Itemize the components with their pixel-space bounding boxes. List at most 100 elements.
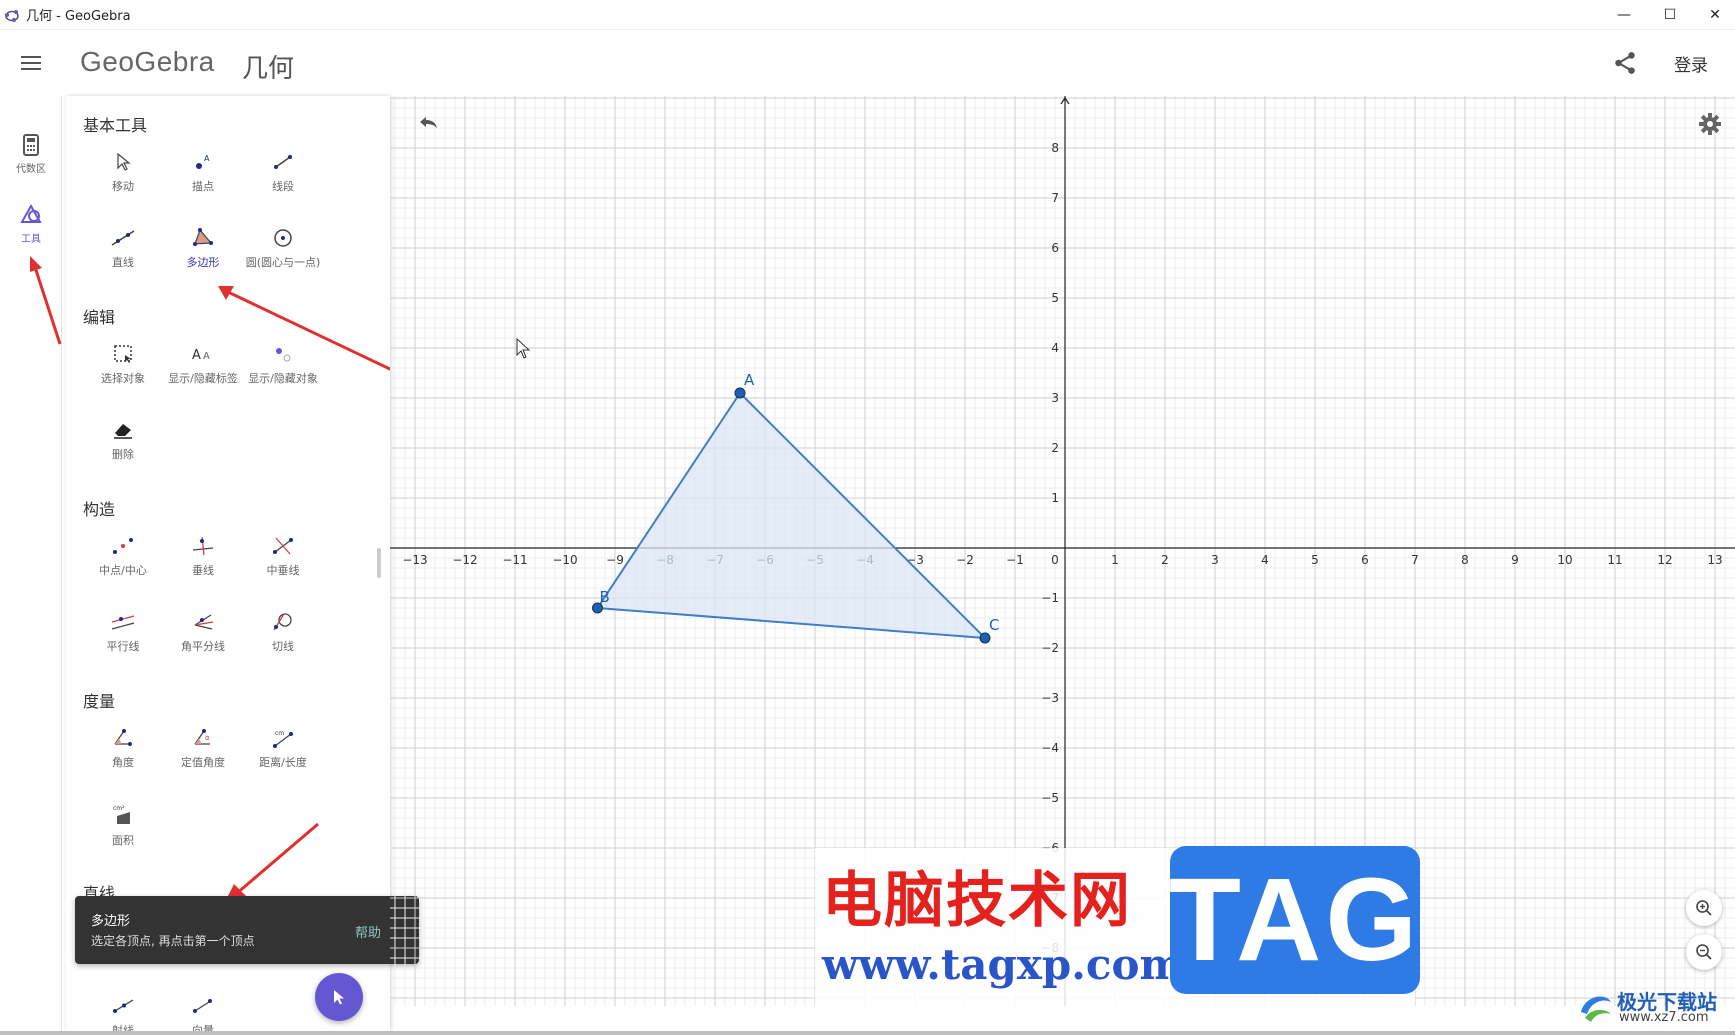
tool-angle[interactable]: 角度 [80, 728, 166, 770]
svg-text:A: A [192, 348, 201, 363]
tools-scrollbar[interactable] [377, 548, 381, 578]
x-tick-label: −11 [502, 553, 527, 567]
close-button[interactable]: ✕ [1692, 0, 1735, 30]
zoom-out-button[interactable] [1686, 934, 1722, 970]
y-tick-label: −4 [1041, 741, 1059, 755]
maximize-button[interactable]: ☐ [1647, 0, 1693, 30]
line-icon [111, 230, 135, 246]
y-tick-label: −2 [1041, 641, 1059, 655]
svg-text:A: A [203, 351, 210, 362]
watermark-cn-text: 电脑技术网 [822, 866, 1132, 936]
tool-perpendicular[interactable]: 垂线 [160, 536, 246, 578]
x-tick-label: −2 [956, 553, 974, 567]
area-icon: cm² [113, 805, 130, 824]
svg-text:A: A [204, 154, 210, 163]
aurora-logo-icon [1581, 996, 1611, 1022]
tool-show-hide-object[interactable]: 显示/隐藏对象 [240, 344, 326, 386]
tool-delete[interactable]: 删除 [80, 420, 166, 462]
perpendicular-icon [192, 536, 214, 556]
x-tick-label: 2 [1161, 553, 1169, 567]
app-subtitle: 几何 [242, 54, 295, 84]
tool-angle-bisector[interactable]: 角平分线 [160, 612, 246, 654]
brand-logo: GeoGebra [80, 46, 215, 77]
login-button[interactable]: 登录 [1674, 51, 1708, 76]
circle-icon [274, 229, 292, 247]
tool-label: 显示/隐藏标签 [168, 372, 238, 385]
calculator-icon [23, 134, 39, 156]
tool-select-objects[interactable]: 选择对象 [80, 344, 166, 386]
tool-line[interactable]: 直线 [80, 228, 166, 270]
tool-label: 平行线 [106, 640, 140, 653]
parallel-icon [111, 615, 135, 630]
tool-label: 切线 [272, 640, 294, 653]
gear-icon[interactable] [1698, 112, 1722, 136]
tool-label: 面积 [112, 834, 134, 847]
x-tick-label: −1 [1006, 553, 1024, 567]
x-tick-label: 4 [1261, 553, 1269, 567]
zoom-in-button[interactable] [1686, 890, 1722, 926]
tool-segment[interactable]: 线段 [240, 152, 326, 194]
minimize-button[interactable]: — [1601, 0, 1647, 30]
left-rail: 代数区 工具 [0, 96, 62, 1035]
tool-angle-given-size[interactable]: α 定值角度 [160, 728, 246, 770]
annotation-arrow-icon [226, 822, 319, 900]
rail-label-tools: 工具 [21, 234, 41, 245]
origin-label: 0 [1051, 553, 1059, 567]
tool-tooltip: 多边形 选定各顶点, 再点击第一个顶点 帮助 [75, 896, 419, 964]
hamburger-menu-icon[interactable] [18, 52, 44, 74]
mouse-cursor-icon [516, 338, 531, 359]
x-tick-label: 3 [1211, 553, 1219, 567]
watermark-tag-logo: TAG [1169, 846, 1420, 994]
tool-label: 角平分线 [181, 640, 225, 653]
y-tick-label: 1 [1051, 491, 1059, 505]
svg-text:α: α [205, 734, 210, 742]
tool-tangent[interactable]: 切线 [240, 612, 326, 654]
tool-show-hide-label[interactable]: AA 显示/隐藏标签 [160, 344, 246, 386]
x-tick-label: −12 [452, 553, 477, 567]
tool-perpendicular-bisector[interactable]: 中垂线 [240, 536, 326, 578]
undo-icon[interactable] [416, 114, 440, 134]
rail-item-tools[interactable]: 工具 [0, 204, 62, 245]
zoom-in-icon [1696, 900, 1712, 916]
y-tick-label: 4 [1051, 341, 1059, 355]
tool-label: 删除 [112, 448, 134, 461]
share-icon[interactable] [1612, 50, 1638, 76]
y-tick-label: −1 [1041, 591, 1059, 605]
svg-text:cm²: cm² [113, 805, 125, 812]
tool-label: 中垂线 [266, 564, 300, 577]
svg-text:cm: cm [275, 730, 284, 737]
x-tick-label: 11 [1607, 553, 1622, 567]
tool-label: 描点 [192, 180, 214, 193]
tool-ray[interactable]: 射线 [80, 996, 166, 1031]
tool-label: 移动 [112, 180, 134, 193]
tool-fab-button[interactable] [315, 973, 363, 1021]
midpoint-icon [113, 538, 133, 554]
annotation-arrow-icon [30, 256, 62, 345]
tool-vector[interactable]: 向量 [160, 996, 246, 1031]
tool-label: 距离/长度 [259, 756, 307, 769]
tool-polygon[interactable]: 多边形 [160, 228, 246, 270]
tool-midpoint[interactable]: 中点/中心 [80, 536, 166, 578]
x-tick-label: 9 [1511, 553, 1519, 567]
tool-label: 多边形 [186, 256, 220, 269]
section-title-construct: 构造 [83, 500, 116, 519]
x-tick-label: 10 [1557, 553, 1572, 567]
app-header: GeoGebra 几何 登录 [0, 30, 1735, 96]
tool-label: 垂线 [192, 564, 214, 577]
tool-distance-length[interactable]: cm 距离/长度 [240, 728, 326, 770]
help-link[interactable]: 帮助 [355, 922, 381, 941]
section-title-basic: 基本工具 [83, 116, 148, 135]
geogebra-app-icon [5, 9, 19, 22]
window-titlebar: 几何 - GeoGebra — ☐ ✕ [0, 0, 1735, 30]
tool-area[interactable]: cm² 面积 [80, 804, 166, 848]
rail-item-algebra[interactable]: 代数区 [0, 134, 62, 175]
y-tick-label: 6 [1051, 241, 1059, 255]
x-tick-label: 1 [1111, 553, 1119, 567]
tool-move[interactable]: 移动 [80, 152, 166, 194]
tool-label: 选择对象 [101, 372, 145, 385]
tool-label: 角度 [112, 756, 134, 769]
y-tick-label: −3 [1041, 691, 1059, 705]
tool-point[interactable]: A 描点 [160, 152, 246, 194]
tool-circle-center-point[interactable]: 圆(圆心与一点) [240, 228, 326, 270]
tool-parallel[interactable]: 平行线 [80, 612, 166, 654]
